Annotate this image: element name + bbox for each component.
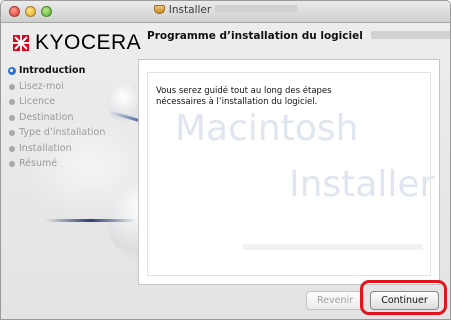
content-panel: Macintosh Installer Vous serez guidé tou… [138,59,440,285]
step-destination: Destination [9,110,137,126]
step-label: Installation [19,142,72,154]
title-bar[interactable]: Installer [1,1,450,23]
step-bullet-icon [9,161,15,167]
background-swoosh-lower [45,219,135,222]
step-licence: Licence [9,94,137,110]
step-resume: Résumé [9,156,137,172]
page-heading: Programme d’installation du logiciel [147,30,450,42]
kyocera-logo-icon [13,35,29,51]
step-label: Introduction [19,65,86,76]
installer-window: Installer KYOCERA Introduction Lisez-moi… [0,0,451,320]
step-bullet-icon [9,130,15,136]
step-bullet-icon [9,145,15,152]
step-lisez-moi: Lisez-moi [9,79,137,95]
intro-description-line-2: nécessaires à l’installation du logiciel… [156,97,318,107]
step-bullet-icon [9,99,15,105]
intro-description-line-1: Vous serez guidé tout au long des étapes [156,86,332,96]
step-type-installation: Type d’installation [9,125,137,141]
kyocera-logo-text: KYOCERA [35,31,142,54]
redacted-heading-text [370,31,450,39]
intro-description: Vous serez guidé tout au long des étapes… [156,86,332,108]
watermark-macintosh: Macintosh [175,108,359,149]
watermark-installer: Installer [289,164,435,205]
step-bullet-icon [9,83,15,90]
window-title-group: Installer [1,4,450,16]
back-button[interactable]: Revenir [306,291,364,310]
redacted-version-text [215,5,298,12]
step-label: Lisez-moi [19,80,64,92]
continue-highlight-annotation [360,280,447,315]
page-heading-text: Programme d’installation du logiciel [147,30,363,42]
step-bullet-icon [9,114,15,121]
step-installation: Installation [9,141,137,157]
installation-steps-list: Introduction Lisez-moi Licence Destinati… [8,63,137,172]
step-introduction: Introduction [8,63,137,79]
step-label: Licence [19,96,56,107]
watermark-subtext [243,244,423,250]
step-label: Destination [19,111,74,123]
kyocera-logo: KYOCERA [9,28,141,58]
window-title: Installer [168,4,212,16]
step-label: Type d’installation [19,127,106,138]
step-label: Résumé [19,158,58,169]
installer-box-icon [153,5,165,14]
current-step-icon [8,67,16,75]
